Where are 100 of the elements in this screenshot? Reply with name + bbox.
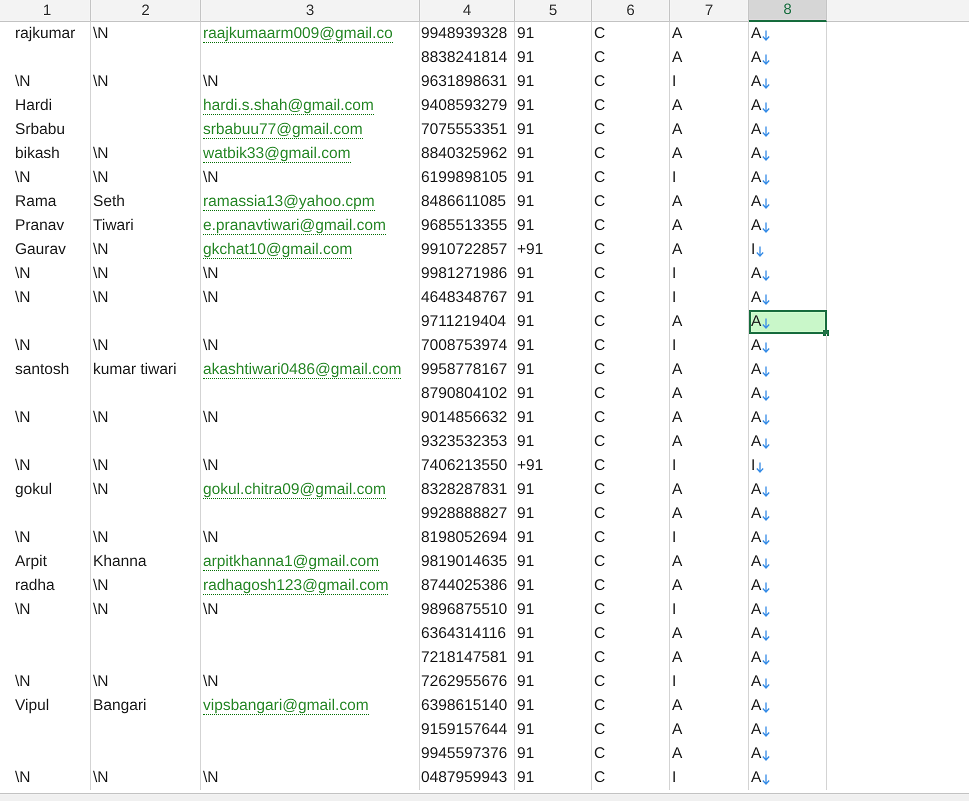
table-cell[interactable]: A [749, 22, 827, 46]
email-link[interactable]: gokul.chitra09@gmail.com [203, 481, 386, 499]
fill-handle[interactable] [823, 330, 829, 336]
table-cell[interactable]: A [749, 190, 827, 214]
table-cell[interactable]: A [749, 646, 827, 670]
cell-text: 91 [517, 504, 534, 524]
cell-text: \N [93, 336, 108, 356]
table-cell[interactable]: A [749, 670, 827, 694]
table-cell[interactable]: A [749, 358, 827, 382]
line-end-arrow-icon [756, 246, 764, 256]
table-cell[interactable]: A [749, 574, 827, 598]
cell-text: \N [15, 168, 30, 188]
table-cell[interactable]: A [749, 46, 827, 70]
table-cell[interactable]: A [749, 166, 827, 190]
cell-text: 91 [517, 144, 534, 164]
cell-text: 8790804102 [421, 384, 508, 404]
cell-text: C [594, 528, 606, 548]
table-cell[interactable]: A [749, 550, 827, 574]
cell-text: \N [203, 408, 218, 428]
email-link[interactable]: gkchat10@gmail.com [203, 241, 352, 259]
email-link[interactable]: vipsbangari@gmail.com [203, 697, 369, 715]
cell-text: I [751, 456, 756, 476]
email-link[interactable]: radhagosh123@gmail.com [203, 577, 388, 595]
table-cell[interactable]: A [749, 406, 827, 430]
email-link[interactable]: arpitkhanna1@gmail.com [203, 553, 379, 571]
table-cell[interactable]: A [749, 70, 827, 94]
cell-text: 9896875510 [421, 600, 508, 620]
table-cell[interactable]: A [749, 718, 827, 742]
email-link[interactable]: raajkumaarm009@gmail.co [203, 25, 393, 43]
table-cell[interactable]: A [749, 94, 827, 118]
table-cell[interactable]: I [749, 454, 827, 478]
cell-text: C [594, 264, 606, 284]
cell-text: A [672, 648, 682, 668]
cell-text: A [751, 216, 762, 236]
cell-text: 91 [517, 48, 534, 68]
cell-text: 91 [517, 24, 534, 44]
cell-text: Rama [15, 192, 56, 212]
scrollbar-track[interactable] [0, 793, 969, 801]
cell-text: 0487959943 [421, 768, 508, 788]
table-cell[interactable]: A [749, 598, 827, 622]
table-cell[interactable]: A [749, 694, 827, 718]
column-header[interactable]: 8 [749, 0, 827, 22]
selected-cell[interactable]: A [749, 310, 827, 334]
line-end-arrow-icon [762, 726, 770, 736]
cell-text: 91 [517, 768, 534, 788]
table-cell[interactable]: A [749, 502, 827, 526]
cell-text: A [672, 240, 682, 260]
cell-text: +91 [517, 456, 544, 476]
email-link[interactable]: ramassia13@yahoo.cpm [203, 193, 375, 211]
cell-text: A [751, 192, 762, 212]
line-end-arrow-icon [762, 582, 770, 592]
cell-text: \N [93, 768, 108, 788]
column-header[interactable]: 5 [515, 0, 592, 22]
cell-text: \N [93, 240, 108, 260]
table-cell[interactable]: A [749, 766, 827, 790]
email-link[interactable]: srbabuu77@gmail.com [203, 121, 363, 139]
table-cell[interactable]: A [749, 478, 827, 502]
email-link[interactable]: akashtiwari0486@gmail.com [203, 361, 402, 379]
table-cell[interactable]: A [749, 622, 827, 646]
cell-text: A [751, 432, 762, 452]
table-cell[interactable]: A [749, 118, 827, 142]
cell-text: A [672, 432, 682, 452]
email-link[interactable]: e.pranavtiwari@gmail.com [203, 217, 386, 235]
cell-text: C [594, 360, 606, 380]
table-cell[interactable]: A [749, 214, 827, 238]
table-cell[interactable]: A [749, 742, 827, 766]
column-header[interactable]: 1 [4, 0, 91, 22]
cell-text: 9159157644 [421, 720, 508, 740]
cell-text: C [594, 720, 606, 740]
cell-text: \N [15, 768, 30, 788]
line-end-arrow-icon [762, 342, 770, 352]
table-cell[interactable]: A [749, 382, 827, 406]
cell-text: A [672, 504, 682, 524]
column-header[interactable]: 4 [420, 0, 515, 22]
table-cell[interactable]: I [749, 238, 827, 262]
cell-text: A [672, 312, 682, 332]
column-header[interactable]: 6 [592, 0, 670, 22]
table-cell[interactable]: A [749, 334, 827, 358]
cell-text: 6364314116 [421, 624, 506, 644]
email-link[interactable]: hardi.s.shah@gmail.com [203, 97, 374, 115]
line-end-arrow-icon [762, 150, 770, 160]
cell-text: A [751, 648, 762, 668]
email-link[interactable]: watbik33@gmail.com [203, 145, 351, 163]
cell-text: A [672, 408, 682, 428]
cell-text: A [751, 312, 762, 332]
cell-text: 9910722857 [421, 240, 508, 260]
cell-text: 9408593279 [421, 96, 508, 116]
cell-text: \N [93, 288, 108, 308]
cell-text: C [594, 480, 606, 500]
column-header[interactable]: 3 [201, 0, 420, 22]
table-cell[interactable]: A [749, 262, 827, 286]
cell-text: C [594, 600, 606, 620]
cell-text: \N [203, 288, 218, 308]
column-header[interactable]: 2 [91, 0, 201, 22]
table-cell[interactable]: A [749, 526, 827, 550]
line-end-arrow-icon [762, 366, 770, 376]
cell-text: C [594, 624, 606, 644]
line-end-arrow-icon [762, 294, 770, 304]
table-cell[interactable]: A [749, 142, 827, 166]
table-cell[interactable]: A [749, 430, 827, 454]
